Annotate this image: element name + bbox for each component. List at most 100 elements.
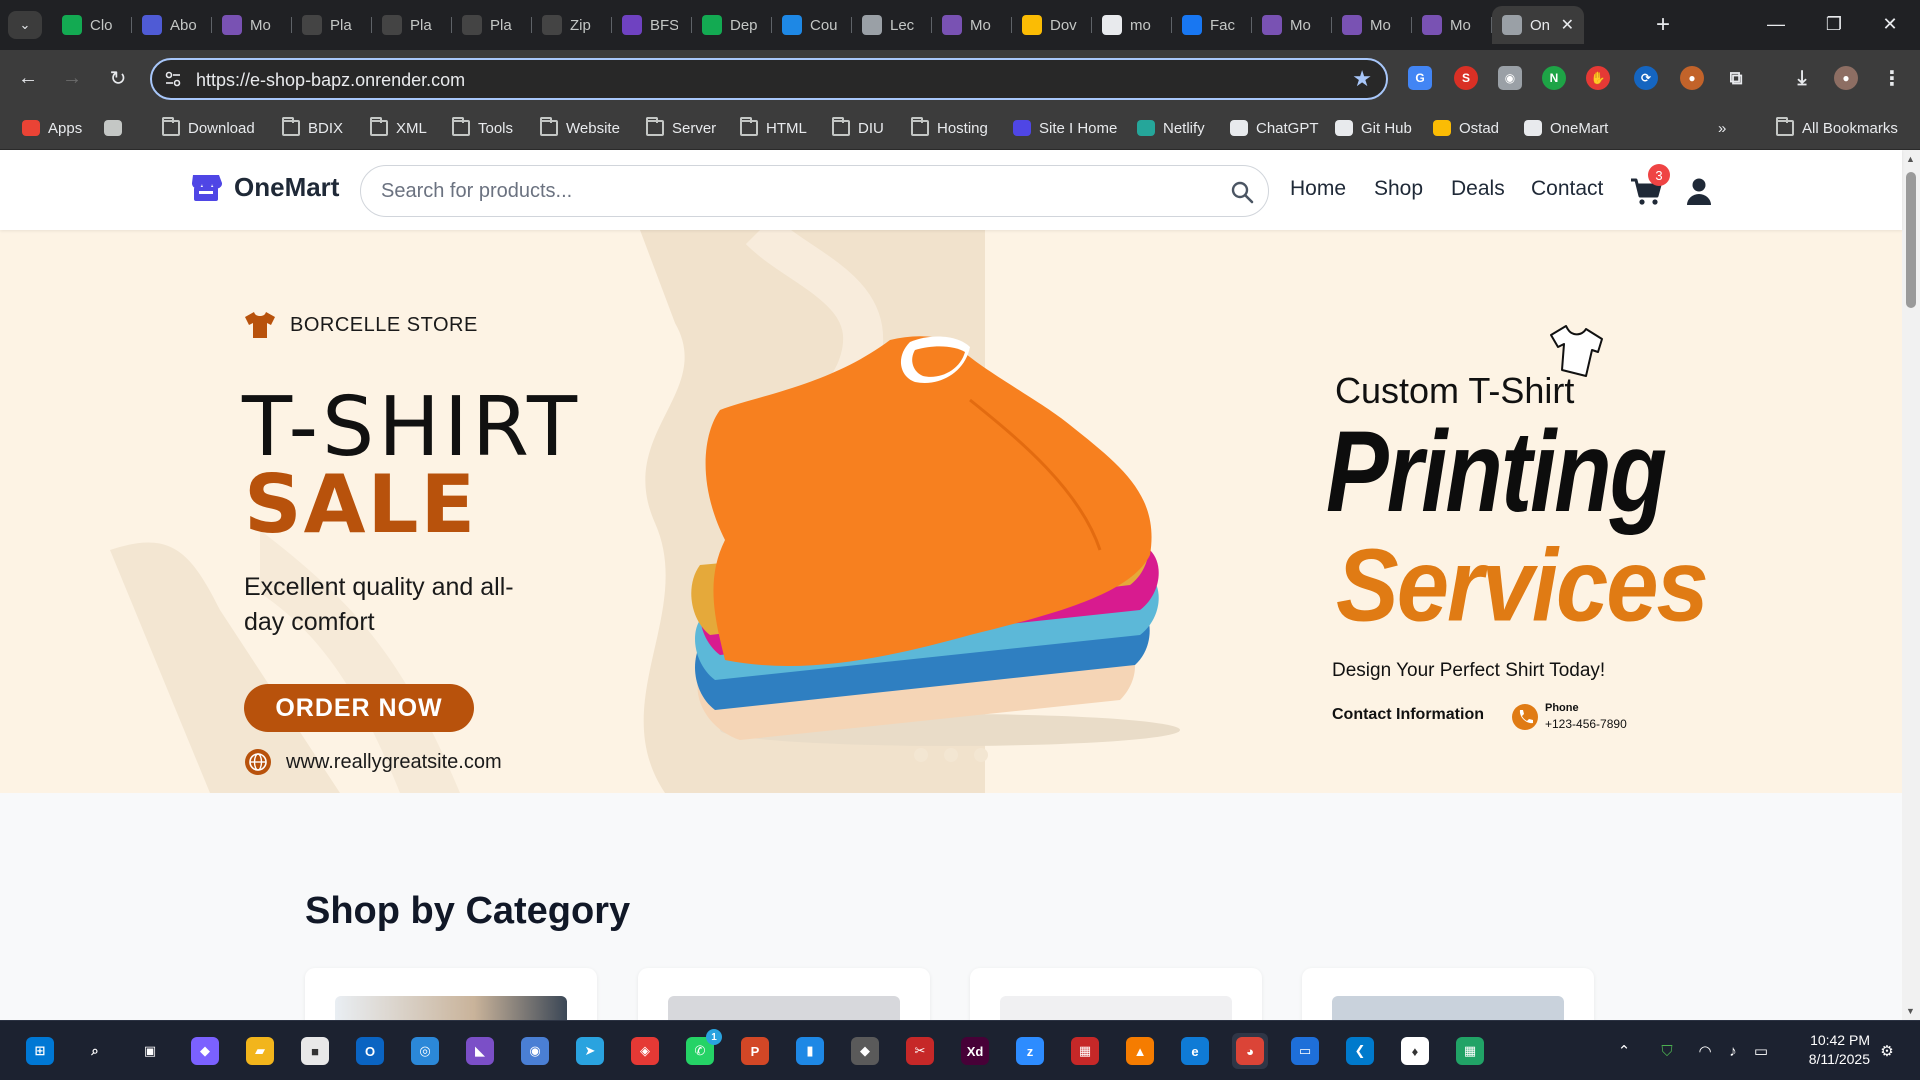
carousel-dot[interactable] <box>974 748 988 762</box>
browser-tab[interactable]: Zip <box>532 6 612 44</box>
scroll-down-icon[interactable]: ▼ <box>1906 1006 1916 1016</box>
bookmark-item[interactable]: XML <box>370 116 427 140</box>
battery-icon[interactable]: ▭ <box>1750 1041 1772 1061</box>
taskbar-app[interactable]: ◈ <box>627 1033 663 1069</box>
nav-home[interactable]: Home <box>1290 177 1346 201</box>
bookmark-star-icon[interactable]: ★ <box>1352 66 1372 92</box>
close-window-button[interactable]: ✕ <box>1866 8 1914 40</box>
taskbar-app[interactable]: ✆ 1 <box>682 1029 722 1069</box>
search-icon[interactable] <box>1230 180 1254 204</box>
extension-s-icon[interactable]: S <box>1454 66 1478 90</box>
menu-kebab-icon[interactable]: ⋮ <box>1880 66 1904 90</box>
nav-shop[interactable]: Shop <box>1374 177 1423 201</box>
category-card[interactable] <box>305 968 597 1020</box>
order-now-button[interactable]: ORDER NOW <box>244 684 474 732</box>
browser-tab[interactable]: Pla <box>292 6 372 44</box>
taskbar-app[interactable]: O <box>352 1033 388 1069</box>
taskbar-app[interactable]: ■ <box>297 1033 333 1069</box>
bookmark-item[interactable]: Hosting <box>911 116 988 140</box>
address-bar[interactable]: https://e-shop-bapz.onrender.com ★ <box>150 58 1388 100</box>
category-card[interactable] <box>638 968 930 1020</box>
taskbar-app[interactable]: ▣ <box>132 1033 168 1069</box>
carousel-dot[interactable] <box>944 748 958 762</box>
browser-tab[interactable]: Lec <box>852 6 932 44</box>
bookmark-item[interactable]: BDIX <box>282 116 343 140</box>
more-bookmarks-icon[interactable]: » <box>1718 116 1726 140</box>
extensions-puzzle-icon[interactable]: ⧉ <box>1724 66 1748 90</box>
tray-overflow-icon[interactable]: ⌃ <box>1613 1041 1635 1061</box>
taskbar-app[interactable]: ▦ <box>1067 1033 1103 1069</box>
minimize-button[interactable]: — <box>1752 8 1800 40</box>
clock[interactable]: 10:42 PM 8/11/2025 <box>1790 1031 1870 1069</box>
bookmark-item[interactable]: OneMart <box>1524 116 1608 140</box>
taskbar-app[interactable]: ▰ <box>242 1033 278 1069</box>
bookmark-item[interactable]: Site I Home <box>1013 116 1117 140</box>
bookmark-item[interactable]: Apps <box>22 116 82 140</box>
taskbar-app[interactable]: ◉ <box>517 1033 553 1069</box>
tab-search-button[interactable]: ⌄ <box>8 11 42 39</box>
camera-icon[interactable]: ◉ <box>1498 66 1522 90</box>
nav-deals[interactable]: Deals <box>1451 177 1505 201</box>
browser-tab[interactable]: Cou <box>772 6 852 44</box>
profile-avatar[interactable]: ● <box>1834 66 1858 90</box>
back-button[interactable]: ← <box>12 62 44 94</box>
browser-tab[interactable]: Mo <box>1252 6 1332 44</box>
extension-n-icon[interactable]: N <box>1542 66 1566 90</box>
extension-hand-icon[interactable]: ✋ <box>1586 66 1610 90</box>
browser-tab[interactable]: Mo <box>1412 6 1492 44</box>
all-bookmarks-button[interactable]: All Bookmarks <box>1776 116 1898 140</box>
taskbar-app[interactable]: ▦ <box>1452 1033 1488 1069</box>
reload-button[interactable]: ↻ <box>102 62 134 94</box>
taskbar-app[interactable]: z <box>1012 1033 1048 1069</box>
scrollbar-thumb[interactable] <box>1906 172 1916 308</box>
taskbar-app[interactable]: ➤ <box>572 1033 608 1069</box>
security-shield-icon[interactable]: ⛉ <box>1656 1041 1678 1061</box>
close-tab-icon[interactable]: ✕ <box>1561 15 1574 35</box>
taskbar-app[interactable]: ⊞ <box>22 1033 58 1069</box>
bookmark-item[interactable]: DIU <box>832 116 884 140</box>
bookmark-item[interactable]: ChatGPT <box>1230 116 1319 140</box>
taskbar-app[interactable]: ▲ <box>1122 1033 1158 1069</box>
taskbar-app[interactable]: ◆ <box>847 1033 883 1069</box>
site-info-icon[interactable] <box>164 70 182 88</box>
extension-sync-icon[interactable]: ⟳ <box>1634 66 1658 90</box>
wifi-icon[interactable]: ◠ <box>1694 1041 1716 1061</box>
page-scrollbar[interactable]: ▲ ▼ <box>1902 150 1920 1020</box>
scroll-up-icon[interactable]: ▲ <box>1906 154 1916 164</box>
category-card[interactable] <box>970 968 1262 1020</box>
category-card[interactable] <box>1302 968 1594 1020</box>
bookmark-item[interactable]: Git Hub <box>1335 116 1412 140</box>
browser-tab[interactable]: mo <box>1092 6 1172 44</box>
browser-tab[interactable]: On ✕ <box>1492 6 1584 44</box>
taskbar-app[interactable]: ◣ <box>462 1033 498 1069</box>
user-icon[interactable] <box>1685 177 1713 205</box>
browser-tab[interactable]: Dep <box>692 6 772 44</box>
taskbar-app[interactable]: ◕ <box>1232 1033 1268 1069</box>
browser-tab[interactable]: Mo <box>1332 6 1412 44</box>
browser-tab[interactable]: Clo <box>52 6 132 44</box>
url-text[interactable]: https://e-shop-bapz.onrender.com <box>196 70 465 91</box>
taskbar-app[interactable]: ◎ <box>407 1033 443 1069</box>
search-input[interactable] <box>381 166 1201 216</box>
taskbar-app[interactable]: ▮ <box>792 1033 828 1069</box>
taskbar-app[interactable]: ✂ <box>902 1033 938 1069</box>
cookie-icon[interactable]: ● <box>1680 66 1704 90</box>
bookmark-item[interactable]: Server <box>646 116 716 140</box>
notification-icon[interactable]: ⚙ <box>1876 1041 1898 1061</box>
browser-tab[interactable]: Mo <box>212 6 292 44</box>
nav-contact[interactable]: Contact <box>1531 177 1603 201</box>
restore-button[interactable]: ❐ <box>1810 8 1858 40</box>
bookmark-item[interactable]: HTML <box>740 116 807 140</box>
taskbar-app[interactable]: e <box>1177 1033 1213 1069</box>
hero-banner[interactable]: BORCELLE STORE T-SHIRT SALE Excellent qu… <box>0 230 1902 793</box>
bookmark-item[interactable]: Tools <box>452 116 513 140</box>
taskbar-app[interactable]: ◆ <box>187 1033 223 1069</box>
taskbar-app[interactable]: ♦ <box>1397 1033 1433 1069</box>
downloads-icon[interactable]: ⤓ <box>1790 66 1814 90</box>
bookmark-item[interactable] <box>104 116 130 140</box>
carousel-dot[interactable] <box>914 748 928 762</box>
translate-icon[interactable]: G <box>1408 66 1432 90</box>
forward-button[interactable]: → <box>56 62 88 94</box>
browser-tab[interactable]: Fac <box>1172 6 1252 44</box>
bookmark-item[interactable]: Ostad <box>1433 116 1499 140</box>
